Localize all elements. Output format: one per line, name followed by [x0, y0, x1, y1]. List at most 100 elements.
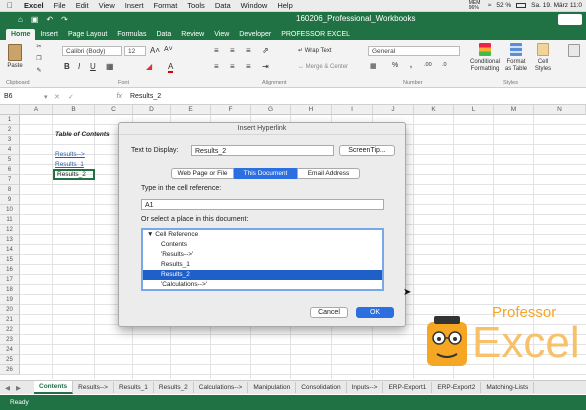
italic-button[interactable]: I — [78, 62, 80, 71]
menu-file[interactable]: File — [49, 1, 71, 10]
menu-data[interactable]: Data — [210, 1, 236, 10]
row-header[interactable]: 6 — [0, 165, 20, 175]
tab-view[interactable]: View — [209, 29, 234, 40]
orientation-icon[interactable]: ⇗ — [262, 46, 269, 55]
percent-icon[interactable]: % — [392, 62, 398, 69]
clock[interactable]: Sa. 19. März 11:0 — [531, 2, 582, 9]
sheet-tab-inputs[interactable]: Inputs--> — [347, 382, 384, 393]
decrease-decimal-icon[interactable]: .0 — [442, 62, 447, 68]
col-header-n[interactable]: N — [534, 105, 586, 115]
row-header[interactable]: 15 — [0, 255, 20, 265]
sheet-tab-results-2[interactable]: Results_2 — [154, 382, 194, 393]
list-item-contents[interactable]: Contents — [143, 240, 382, 250]
col-header-m[interactable]: M — [494, 105, 534, 115]
menu-view[interactable]: View — [94, 1, 120, 10]
cell-reference-input[interactable]: A1 — [141, 199, 384, 210]
screentip-button[interactable]: ScreenTip... — [339, 145, 395, 156]
sheet-tab-erp-export1[interactable]: ERP-Export1 — [383, 382, 433, 393]
align-left-icon[interactable]: ≡ — [214, 62, 219, 71]
number-format-select[interactable]: General — [368, 46, 460, 56]
align-top-icon[interactable]: ≡ — [214, 46, 219, 55]
row-header[interactable]: 3 — [0, 135, 20, 145]
decrease-font-icon[interactable]: A˅ — [164, 46, 173, 53]
align-center-icon[interactable]: ≡ — [230, 62, 235, 71]
row-header[interactable]: 12 — [0, 225, 20, 235]
copy-icon[interactable]: ❐ — [34, 55, 44, 62]
menu-help[interactable]: Help — [272, 1, 297, 10]
tab-formulas[interactable]: Formulas — [112, 29, 151, 40]
ok-button[interactable]: OK — [356, 307, 394, 318]
battery-icon[interactable] — [516, 3, 527, 8]
increase-font-icon[interactable]: A˄ — [150, 46, 160, 55]
sheet-tab-results-1[interactable]: Results_1 — [114, 382, 154, 393]
list-item-calculations[interactable]: 'Calculations-->' — [143, 280, 382, 289]
cell-b6-selected[interactable]: Results_2 — [53, 169, 95, 180]
col-header-d[interactable]: D — [133, 105, 171, 115]
menu-window[interactable]: Window — [236, 1, 273, 10]
col-header-a[interactable]: A — [20, 105, 53, 115]
menu-insert[interactable]: Insert — [120, 1, 149, 10]
name-box-dropdown-icon[interactable]: ▾ — [44, 93, 54, 101]
cancel-formula-icon[interactable]: ✕ — [54, 93, 68, 101]
tab-developer[interactable]: Developer — [234, 29, 276, 40]
col-header-h[interactable]: H — [291, 105, 332, 115]
list-item-results-1[interactable]: Results_1 — [143, 260, 382, 270]
currency-icon[interactable]: ▦ — [370, 62, 377, 70]
row-header[interactable]: 1 — [0, 115, 20, 125]
redo-icon[interactable]: ↷ — [61, 15, 68, 24]
bold-button[interactable]: B — [64, 62, 70, 71]
tab-web-page-or-file[interactable]: Web Page or File — [171, 168, 234, 179]
apple-icon[interactable]:  — [0, 1, 19, 10]
undo-icon[interactable]: ↶ — [46, 15, 53, 24]
row-header[interactable]: 9 — [0, 195, 20, 205]
confirm-formula-icon[interactable]: ✓ — [68, 93, 78, 101]
col-header-i[interactable]: I — [332, 105, 373, 115]
paste-button[interactable]: Paste — [4, 44, 26, 69]
col-header-g[interactable]: G — [251, 105, 291, 115]
formula-input[interactable]: Results_2 — [130, 93, 161, 100]
tab-data[interactable]: Data — [151, 29, 176, 40]
row-header[interactable]: 23 — [0, 335, 20, 345]
list-item-results-2[interactable]: Results_2 — [143, 270, 382, 280]
text-to-display-input[interactable]: Results_2 — [191, 145, 334, 156]
fill-color-icon[interactable]: ◢ — [146, 62, 152, 71]
search-box[interactable] — [558, 14, 582, 25]
cell-b2-heading[interactable]: Table of Contents — [53, 130, 110, 140]
borders-icon[interactable]: ▦ — [106, 62, 114, 71]
name-box[interactable]: B6 — [0, 93, 44, 100]
font-name-select[interactable]: Calibri (Body) — [62, 46, 122, 56]
col-header-c[interactable]: C — [95, 105, 133, 115]
menu-edit[interactable]: Edit — [71, 1, 94, 10]
row-header[interactable]: 20 — [0, 305, 20, 315]
cut-icon[interactable]: ✂ — [34, 43, 44, 50]
document-places-list[interactable]: ▼ Cell Reference Contents 'Results-->' R… — [141, 228, 384, 291]
row-header[interactable]: 17 — [0, 275, 20, 285]
comma-icon[interactable]: , — [410, 62, 412, 69]
align-bottom-icon[interactable]: ≡ — [246, 46, 251, 55]
insert-cells-button[interactable] — [566, 44, 582, 59]
fx-icon[interactable]: fx — [78, 93, 130, 100]
sheet-tab-matching-lists[interactable]: Matching-Lists — [481, 382, 535, 393]
row-header[interactable]: 13 — [0, 235, 20, 245]
sheet-tab-consolidation[interactable]: Consolidation — [296, 382, 347, 393]
list-item-cell-reference[interactable]: ▼ Cell Reference — [143, 230, 382, 240]
row-header[interactable]: 14 — [0, 245, 20, 255]
list-item-results[interactable]: 'Results-->' — [143, 250, 382, 260]
font-color-icon[interactable]: A — [168, 62, 174, 73]
sheet-tab-results-arrow[interactable]: Results--> — [73, 382, 114, 393]
wifi-icon[interactable]: ≈ — [488, 2, 492, 9]
conditional-formatting-button[interactable]: Conditional Formatting — [468, 43, 502, 72]
row-header[interactable]: 19 — [0, 295, 20, 305]
row-header[interactable]: 26 — [0, 365, 20, 375]
row-header[interactable]: 25 — [0, 355, 20, 365]
prev-sheet-icon[interactable]: ◀ — [5, 384, 10, 392]
merge-center-button[interactable]: ↔ Merge & Center — [298, 64, 348, 70]
save-icon[interactable]: ▣ — [31, 15, 39, 24]
tab-home[interactable]: Home — [6, 29, 36, 40]
row-header[interactable]: 11 — [0, 215, 20, 225]
tab-this-document[interactable]: This Document — [234, 168, 297, 179]
row-header[interactable]: 16 — [0, 265, 20, 275]
next-sheet-icon[interactable]: ▶ — [16, 384, 21, 392]
row-header[interactable]: 10 — [0, 205, 20, 215]
cell-b4-link[interactable]: Results--> — [53, 150, 85, 160]
